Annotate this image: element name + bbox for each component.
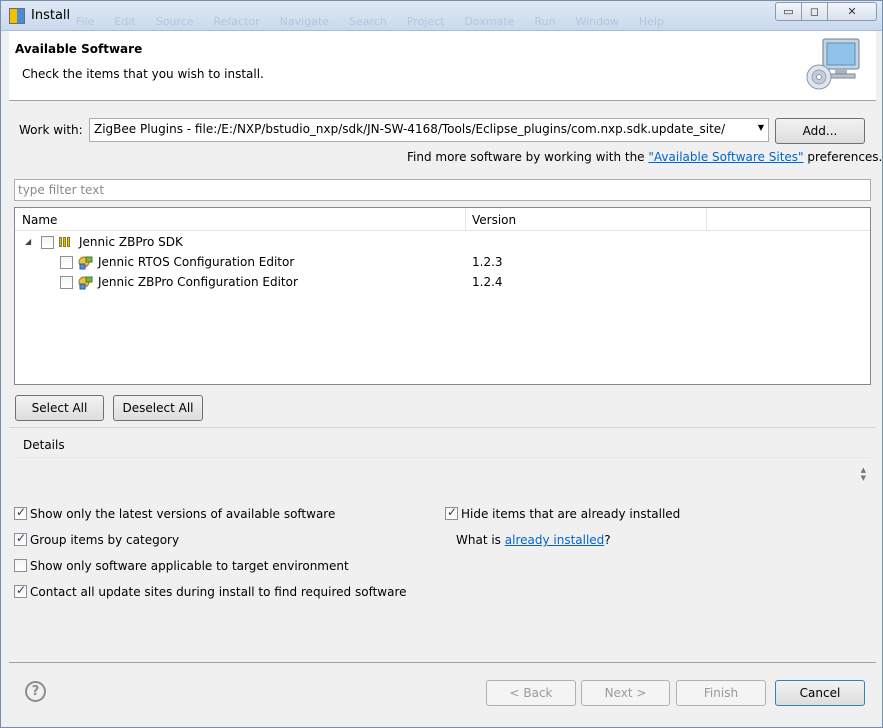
target-environment-checkbox[interactable] <box>14 559 27 572</box>
collapse-arrow-icon[interactable]: ◢ <box>25 232 31 252</box>
background-menu-item: Navigate <box>279 15 330 28</box>
background-menu-item: Help <box>638 15 664 28</box>
chevron-down-icon[interactable]: ▼ <box>758 123 764 132</box>
eclipse-app-icon <box>9 8 25 24</box>
option-label: Contact all update sites during install … <box>30 585 407 599</box>
background-menu-item: Edit <box>114 15 136 28</box>
option-label: Show only the latest versions of availab… <box>30 507 336 521</box>
column-name-header[interactable]: Name <box>22 213 57 227</box>
tree-item-row[interactable]: Jennic RTOS Configuration Editor 1.2.3 <box>15 252 870 272</box>
maximize-button[interactable]: ◻ <box>801 2 828 21</box>
background-menu-item: Refactor <box>213 15 260 28</box>
work-with-label: Work with: <box>19 123 83 137</box>
background-menu-item: File <box>76 15 95 28</box>
window-title: Install <box>31 8 71 23</box>
item-checkbox[interactable] <box>60 256 73 269</box>
find-more-suffix: preferences. <box>803 150 883 164</box>
tree-category-row[interactable]: ◢ Jennic ZBPro SDK <box>15 232 870 252</box>
group-by-category-checkbox[interactable] <box>14 531 27 546</box>
item-name: Jennic ZBPro Configuration Editor <box>98 275 298 289</box>
option-label: Group items by category <box>30 533 180 547</box>
column-separator[interactable] <box>465 208 466 231</box>
back-button[interactable]: < Back <box>486 680 576 706</box>
help-icon[interactable]: ? <box>25 681 46 702</box>
details-label: Details <box>23 438 65 452</box>
latest-versions-checkbox[interactable] <box>14 505 27 520</box>
details-divider <box>9 427 876 428</box>
item-checkbox[interactable] <box>60 276 73 289</box>
add-site-button[interactable]: Add... <box>775 118 865 144</box>
find-more-text: Find more software by working with the "… <box>407 150 882 164</box>
button-bar-divider <box>9 662 876 663</box>
option-latest-versions[interactable]: Show only the latest versions of availab… <box>14 505 336 521</box>
find-more-prefix: Find more software by working with the <box>407 150 649 164</box>
deselect-all-button[interactable]: Deselect All <box>113 395 203 421</box>
item-version: 1.2.4 <box>472 275 503 289</box>
cancel-button[interactable]: Cancel <box>775 680 865 706</box>
software-tree: Name Version ◢ Jennic ZBPro SDK Jennic R… <box>14 207 871 385</box>
option-contact-update-sites[interactable]: Contact all update sites during install … <box>14 583 407 599</box>
select-all-button[interactable]: Select All <box>15 395 104 421</box>
background-menu-item: Source <box>155 15 194 28</box>
tree-item-row[interactable]: Jennic ZBPro Configuration Editor 1.2.4 <box>15 272 870 292</box>
category-icon <box>59 237 73 247</box>
available-software-sites-link[interactable]: "Available Software Sites" <box>648 150 803 164</box>
background-menu-item: Doxmate <box>464 15 515 28</box>
what-is-suffix: ? <box>604 533 611 547</box>
column-separator[interactable] <box>706 208 707 231</box>
background-menu-item: Run <box>534 15 556 28</box>
work-with-combo[interactable]: ZigBee Plugins - file:/E:/NXP/bstudio_nx… <box>89 118 769 142</box>
finish-button[interactable]: Finish <box>676 680 766 706</box>
background-menu-item: Search <box>349 15 387 28</box>
plugin-feature-icon <box>78 276 93 290</box>
option-hide-installed[interactable]: Hide items that are already installed <box>445 505 681 521</box>
title-bar[interactable]: Install File Edit Source Refactor Navigate Se… <box>1 1 882 31</box>
already-installed-link[interactable]: already installed <box>505 533 605 547</box>
page-title: Available Software <box>15 42 143 56</box>
category-checkbox[interactable] <box>41 236 54 249</box>
option-label: Show only software applicable to target … <box>30 559 349 573</box>
contact-sites-checkbox[interactable] <box>14 583 27 598</box>
option-label: Hide items that are already installed <box>461 507 681 521</box>
minimize-button[interactable]: ▭ <box>775 2 802 21</box>
background-menu-bar: File Edit Source Refactor Navigate Search Proj… <box>76 15 664 28</box>
filter-input[interactable]: type filter text <box>14 179 871 201</box>
option-target-environment[interactable]: Show only software applicable to target … <box>14 559 349 573</box>
wizard-header: Available Software Check the items that … <box>9 31 876 101</box>
background-menu-item: Project <box>406 15 445 28</box>
page-description: Check the items that you wish to install… <box>22 67 264 81</box>
item-name: Jennic RTOS Configuration Editor <box>98 255 295 269</box>
what-is-installed-text: What is already installed? <box>456 533 611 547</box>
monitor-cd-icon <box>806 38 860 90</box>
details-area: ▲ ▼ <box>14 457 871 499</box>
details-scroll-spinner[interactable]: ▲ ▼ <box>861 466 866 482</box>
close-button[interactable]: ✕ <box>827 2 877 21</box>
what-is-prefix: What is <box>456 533 505 547</box>
background-menu-item: Window <box>575 15 619 28</box>
option-group-by-category[interactable]: Group items by category <box>14 531 180 547</box>
work-with-value: ZigBee Plugins - file:/E:/NXP/bstudio_nx… <box>94 122 726 136</box>
install-dialog: Install File Edit Source Refactor Navigate Se… <box>0 0 883 728</box>
hide-installed-checkbox[interactable] <box>445 505 458 520</box>
item-version: 1.2.3 <box>472 255 503 269</box>
plugin-feature-icon <box>78 256 93 270</box>
column-version-header[interactable]: Version <box>472 213 516 227</box>
tree-header: Name Version <box>15 208 870 231</box>
category-name: Jennic ZBPro SDK <box>79 235 183 249</box>
next-button[interactable]: Next > <box>581 680 670 706</box>
